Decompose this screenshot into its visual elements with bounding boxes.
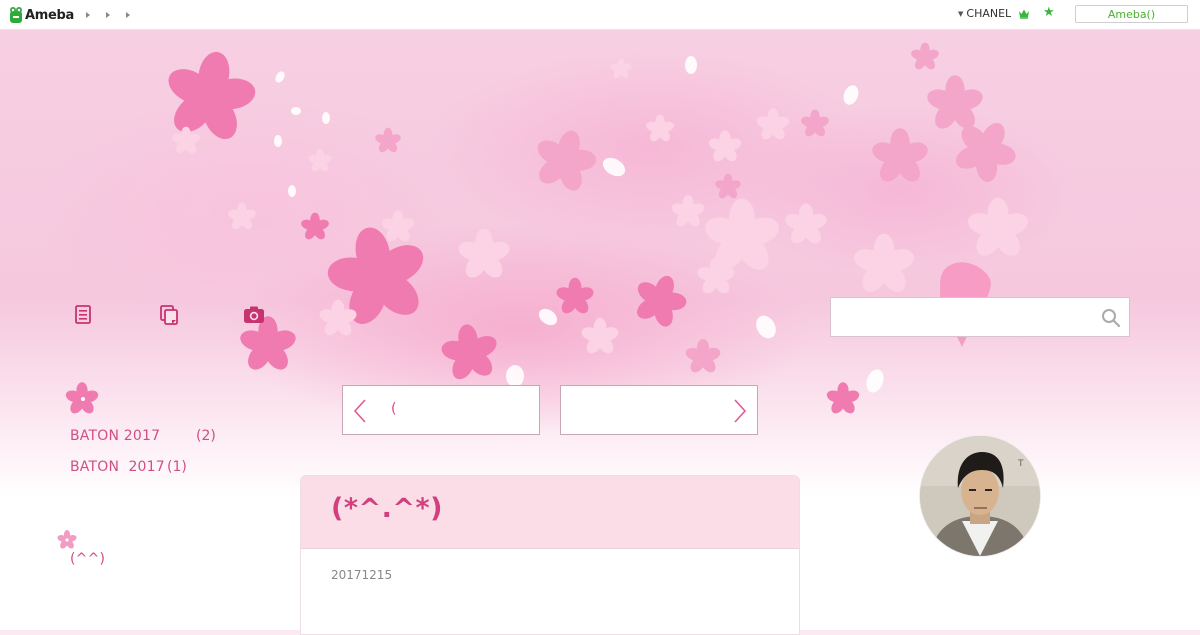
caret-down-icon: ▼	[958, 10, 964, 18]
avatar-photo: T	[920, 436, 1040, 556]
ameba-button[interactable]: Ameba()	[1075, 5, 1188, 23]
search-icon[interactable]	[1101, 308, 1121, 328]
header-menu-arrow-icon[interactable]	[126, 12, 130, 18]
theme-link[interactable]: BATON 2017	[70, 459, 165, 475]
next-entry-link[interactable]	[560, 385, 758, 435]
article-date: 20171215	[331, 568, 393, 582]
user-name: CHANEL	[966, 7, 1012, 20]
article-list-icon[interactable]	[74, 305, 92, 325]
search-box[interactable]	[830, 297, 1130, 337]
sakura-icon	[71, 387, 95, 410]
crown-icon[interactable]	[1018, 8, 1030, 19]
search-input[interactable]	[831, 298, 1091, 336]
prev-entry-title: (	[391, 401, 397, 417]
sakura-icon	[57, 530, 77, 549]
ameba-frog-icon	[10, 7, 22, 23]
user-menu[interactable]: ▼ CHANEL	[958, 7, 1011, 20]
theme-link[interactable]: BATON 2017	[70, 428, 160, 444]
theme-count: (2)	[196, 428, 216, 444]
theme-count: (1)	[167, 459, 187, 475]
header-menu-arrow-icon[interactable]	[86, 12, 90, 18]
article-title[interactable]: (*^.^*)	[331, 493, 443, 524]
profile-avatar[interactable]: T	[920, 436, 1040, 556]
camera-icon[interactable]	[243, 305, 265, 325]
header-menu-arrow-icon[interactable]	[106, 12, 110, 18]
sidebar-footer-text: (^^)	[70, 551, 106, 567]
chevron-left-icon	[353, 399, 366, 423]
svg-text:T: T	[1017, 459, 1024, 469]
article-header: (*^.^*)	[301, 476, 799, 549]
theme-list-icon[interactable]	[159, 305, 179, 325]
chevron-right-icon	[734, 399, 747, 423]
star-icon[interactable]: ★	[1043, 6, 1055, 20]
prev-entry-link[interactable]: (	[342, 385, 540, 435]
ameba-logo[interactable]: Ameba	[9, 5, 74, 25]
ameba-header: Ameba ▼ CHANEL ★ Ameba()	[0, 0, 1200, 30]
article: (*^.^*) 20171215	[300, 475, 800, 635]
ameba-logo-text: Ameba	[25, 7, 75, 23]
